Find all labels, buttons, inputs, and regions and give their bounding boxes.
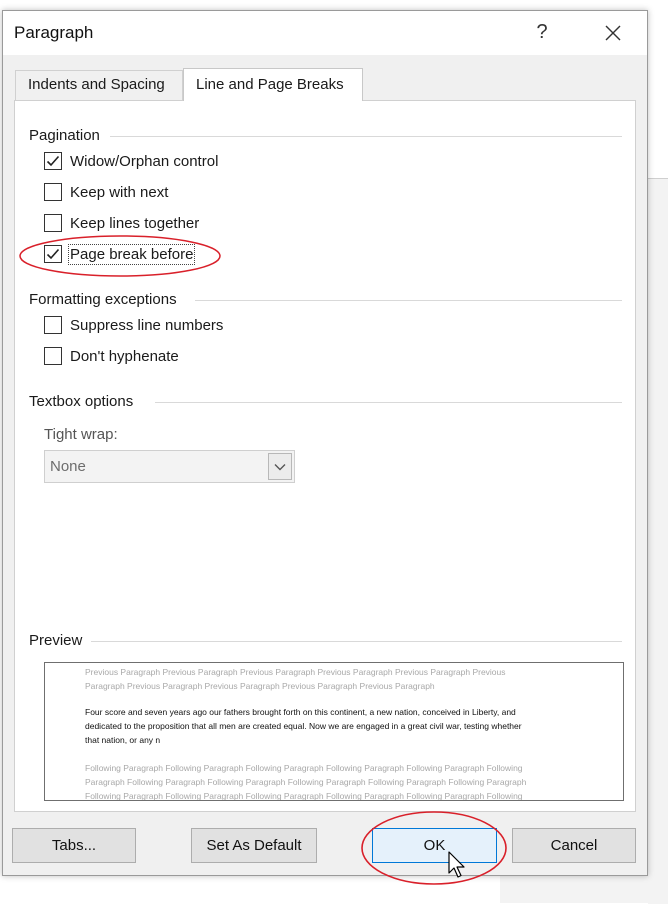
tab-label: Indents and Spacing bbox=[28, 76, 165, 93]
widow-orphan-control-checkbox[interactable]: Widow/Orphan control bbox=[44, 150, 218, 172]
mouse-cursor-icon bbox=[448, 851, 465, 878]
checkbox-box[interactable] bbox=[44, 183, 62, 201]
tight-wrap-value: None bbox=[50, 458, 86, 475]
close-button[interactable] bbox=[599, 19, 627, 47]
checkbox-label: Keep lines together bbox=[70, 214, 200, 232]
checkmark-icon bbox=[46, 248, 60, 260]
dropdown-button[interactable] bbox=[268, 453, 292, 480]
tabs-button[interactable]: Tabs... bbox=[12, 828, 136, 863]
preview-line: Four score and seven years ago our fathe… bbox=[85, 707, 516, 717]
tab-label: Line and Page Breaks bbox=[196, 76, 344, 93]
checkbox-box[interactable] bbox=[44, 214, 62, 232]
checkbox-box[interactable] bbox=[44, 152, 62, 170]
close-icon bbox=[605, 25, 621, 41]
cancel-button[interactable]: Cancel bbox=[512, 828, 636, 863]
tab-line-and-page-breaks[interactable]: Line and Page Breaks bbox=[183, 68, 363, 101]
preview-group-label: Preview bbox=[29, 632, 83, 649]
textbox-options-group-label: Textbox options bbox=[29, 393, 134, 410]
preview-line: Previous Paragraph Previous Paragraph Pr… bbox=[85, 667, 506, 677]
checkbox-label: Don't hyphenate bbox=[70, 347, 179, 365]
preview-main-paragraph: Four score and seven years ago our fathe… bbox=[85, 705, 583, 747]
keep-lines-together-checkbox[interactable]: Keep lines together bbox=[44, 212, 199, 234]
preview-line: dedicated to the proposition that all me… bbox=[85, 721, 522, 731]
checkbox-box[interactable] bbox=[44, 245, 62, 263]
preview-line: Following Paragraph Following Paragraph … bbox=[85, 763, 523, 773]
checkbox-label: Keep with next bbox=[70, 183, 169, 201]
checkbox-box[interactable] bbox=[44, 347, 62, 365]
preview-previous-paragraph: Previous Paragraph Previous Paragraph Pr… bbox=[85, 665, 583, 693]
formatting-exceptions-group-label: Formatting exceptions bbox=[29, 291, 177, 308]
chevron-down-icon bbox=[274, 463, 286, 470]
dont-hyphenate-checkbox[interactable]: Don't hyphenate bbox=[44, 345, 179, 367]
paragraph-dialog: Paragraph ? Indents and Spacing Line and… bbox=[2, 10, 648, 876]
preview-line: Following Paragraph Following Paragraph … bbox=[85, 791, 523, 801]
tight-wrap-select[interactable]: None bbox=[44, 450, 295, 483]
divider bbox=[91, 641, 622, 642]
background-panel-bottom bbox=[500, 876, 668, 903]
dialog-titlebar: Paragraph ? bbox=[3, 11, 647, 55]
preview-line: that nation, or any n bbox=[85, 735, 161, 745]
checkbox-box[interactable] bbox=[44, 316, 62, 334]
help-button[interactable]: ? bbox=[529, 17, 555, 47]
ok-button[interactable]: OK bbox=[372, 828, 497, 863]
page-break-before-checkbox[interactable]: Page break before bbox=[44, 243, 196, 265]
checkbox-label: Widow/Orphan control bbox=[70, 152, 219, 170]
background-panel-right bbox=[648, 178, 668, 904]
checkbox-label: Page break before bbox=[67, 243, 196, 265]
checkbox-label: Suppress line numbers bbox=[70, 316, 224, 334]
divider bbox=[195, 300, 622, 301]
keep-with-next-checkbox[interactable]: Keep with next bbox=[44, 181, 168, 203]
dialog-title: Paragraph bbox=[14, 23, 94, 42]
divider bbox=[155, 402, 622, 403]
preview-following-paragraph: Following Paragraph Following Paragraph … bbox=[85, 761, 583, 801]
checkmark-icon bbox=[46, 155, 60, 167]
tab-panel: Pagination Widow/Orphan control Keep wit… bbox=[14, 100, 636, 812]
preview-line: Paragraph Previous Paragraph Previous Pa… bbox=[85, 681, 435, 691]
preview-line: Paragraph Following Paragraph Following … bbox=[85, 777, 527, 787]
suppress-line-numbers-checkbox[interactable]: Suppress line numbers bbox=[44, 314, 223, 336]
set-as-default-button[interactable]: Set As Default bbox=[191, 828, 317, 863]
preview-box: Previous Paragraph Previous Paragraph Pr… bbox=[44, 662, 624, 801]
pagination-group-label: Pagination bbox=[29, 127, 100, 144]
background-document-text bbox=[30, 0, 250, 8]
tight-wrap-label: Tight wrap: bbox=[44, 426, 118, 443]
tab-indents-and-spacing[interactable]: Indents and Spacing bbox=[15, 70, 183, 100]
divider bbox=[110, 136, 622, 137]
